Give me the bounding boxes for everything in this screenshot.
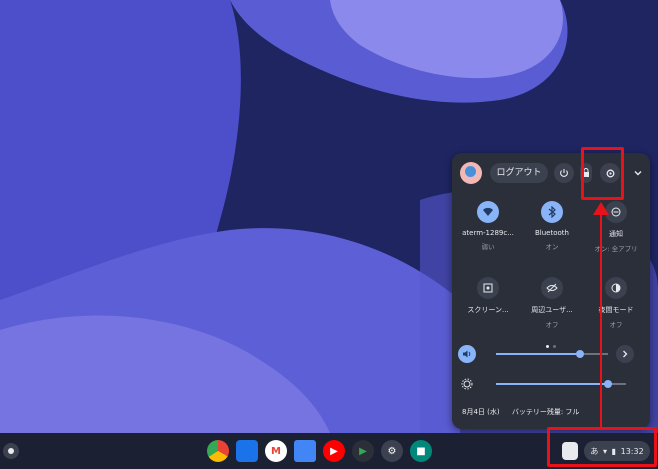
wifi-icon: [477, 201, 499, 223]
settings-highlight-box: [581, 147, 624, 200]
tile-screen-capture-label: スクリーン...: [467, 306, 509, 314]
launcher-button[interactable]: [3, 443, 19, 459]
tile-nearby-share[interactable]: 周辺ユーザ... オフ: [520, 277, 584, 329]
status-area-highlight-box: [547, 427, 657, 467]
brightness-icon: [458, 375, 476, 393]
tile-night-light-label: 夜間モード: [598, 306, 634, 314]
gmail-icon[interactable]: M: [265, 440, 287, 462]
meet-icon[interactable]: ■: [410, 440, 432, 462]
audio-settings-button[interactable]: [616, 345, 634, 363]
tile-wifi-status: 弱い: [481, 243, 495, 251]
avatar[interactable]: [460, 162, 482, 184]
logout-button[interactable]: ログアウト: [490, 163, 548, 183]
tile-night-light[interactable]: 夜間モード オフ: [584, 277, 648, 329]
date-label: 8月4日 (水): [462, 408, 500, 416]
tile-bluetooth-label: Bluetooth: [535, 229, 569, 237]
night-light-icon: [605, 277, 627, 299]
youtube-icon[interactable]: ▶: [323, 440, 345, 462]
power-button[interactable]: [554, 163, 574, 183]
power-icon: [560, 169, 568, 177]
battery-label: バッテリー残量: フル: [511, 408, 580, 416]
screen-capture-icon: [477, 277, 499, 299]
quick-settings-footer: 8月4日 (水) バッテリー残量: フル: [462, 407, 589, 417]
pinned-apps: M ▶ ▶ ⚙ ■: [207, 440, 432, 462]
brightness-slider[interactable]: [496, 380, 626, 388]
brightness-slider-row: [458, 375, 642, 395]
annotation-arrow-head: [593, 202, 609, 215]
nearby-share-icon: [541, 277, 563, 299]
tile-nearby-share-status: オフ: [545, 321, 559, 329]
chrome-icon[interactable]: [207, 440, 229, 462]
volume-icon[interactable]: [458, 345, 476, 363]
docs-icon[interactable]: [294, 440, 316, 462]
tile-notifications-status: オン: 全アプリ: [594, 245, 638, 253]
brightness-slider-fill: [496, 383, 608, 385]
files-icon[interactable]: [236, 440, 258, 462]
tile-bluetooth[interactable]: Bluetooth オン: [520, 201, 584, 251]
volume-slider[interactable]: [496, 350, 608, 358]
volume-slider-fill: [496, 353, 580, 355]
brightness-slider-knob[interactable]: [603, 380, 612, 388]
tile-nearby-share-label: 周辺ユーザ...: [531, 306, 573, 314]
volume-slider-knob[interactable]: [576, 350, 584, 358]
collapse-button[interactable]: [628, 163, 648, 183]
tile-night-light-status: オフ: [609, 321, 623, 329]
chevron-right-icon: [623, 350, 628, 358]
bluetooth-icon: [541, 201, 563, 223]
annotation-arrow-line: [600, 212, 602, 428]
volume-slider-row: [458, 345, 642, 365]
settings-app-icon[interactable]: ⚙: [381, 440, 403, 462]
chevron-down-icon: [634, 171, 642, 176]
tile-notifications-label: 通知: [609, 230, 623, 238]
tile-wifi[interactable]: aterm-1289c... 弱い: [456, 201, 520, 251]
tile-bluetooth-status: オン: [545, 243, 559, 251]
tile-screen-capture[interactable]: スクリーン...: [456, 277, 520, 315]
tile-wifi-label: aterm-1289c...: [462, 229, 514, 237]
play-store-icon[interactable]: ▶: [352, 440, 374, 462]
